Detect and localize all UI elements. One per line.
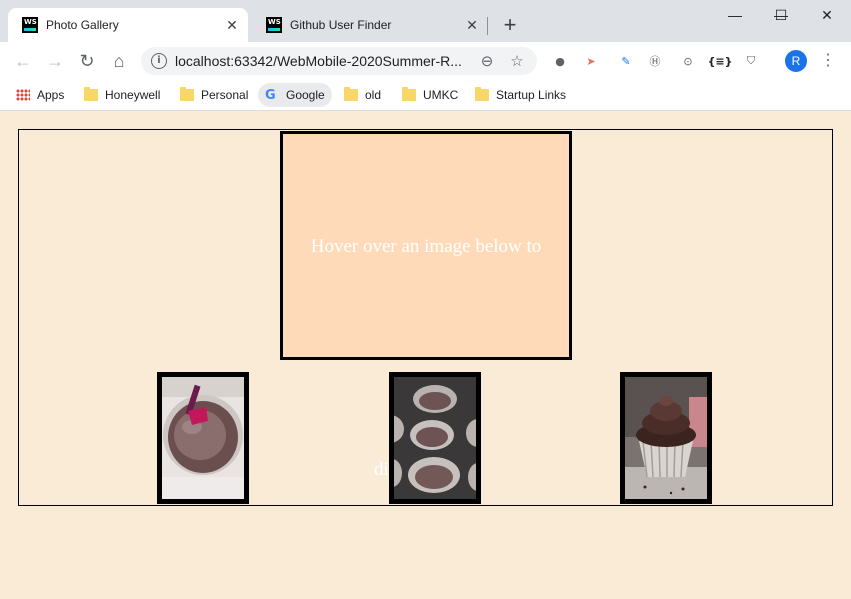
browser-toolbar: ← → ↻ ⌂ i localhost:63342/WebMobile-2020… (0, 42, 851, 79)
bookmark-label: UMKC (423, 88, 459, 102)
info-icon[interactable]: i (151, 53, 167, 69)
bookmarks-bar: Apps Honeywell Personal G Google old UMK… (0, 79, 851, 111)
batter-photo (162, 377, 244, 499)
close-icon[interactable]: ✕ (222, 15, 242, 35)
reload-icon[interactable]: ↻ (74, 48, 100, 74)
close-icon[interactable]: ✕ (462, 15, 482, 35)
bookmark-label: old (365, 88, 382, 102)
thumbnail-cupcake-tin[interactable] (389, 372, 481, 504)
thumbnail-batter[interactable] (157, 372, 249, 504)
frosted-cupcake-photo (625, 377, 707, 499)
tab-title: Github User Finder (290, 18, 392, 32)
bookmark-label: Personal (201, 88, 249, 102)
main-image-caption: Hover over an image below to (310, 235, 542, 257)
address-bar[interactable]: i localhost:63342/WebMobile-2020Summer-R… (141, 47, 537, 75)
folder-icon (344, 87, 358, 101)
folder-icon (84, 87, 98, 101)
overflow-caption-text: di (374, 459, 389, 480)
bookmark-star-icon[interactable]: ☆ (507, 51, 527, 71)
tab-title: Photo Gallery (46, 18, 119, 32)
gallery-container: Hover over an image below to di (18, 129, 833, 506)
shield-icon[interactable]: ⛉ (741, 51, 761, 71)
eyedropper-icon[interactable]: ✎ (616, 51, 636, 71)
close-window-button[interactable]: ✕ (804, 0, 850, 30)
bookmark-honeywell[interactable]: Honeywell (84, 83, 160, 107)
webstorm-favicon-icon: WS (22, 17, 38, 33)
bookmark-label: Google (286, 88, 325, 102)
extension-code-icon[interactable]: ⊙ (678, 51, 698, 71)
bookmark-personal[interactable]: Personal (180, 83, 248, 107)
bookmark-label: Startup Links (496, 88, 567, 102)
maximize-button[interactable]: ☐ (758, 0, 804, 30)
google-icon: G (265, 88, 276, 103)
apps-grid-icon (16, 89, 30, 101)
bookmark-startup-links[interactable]: Startup Links (475, 83, 566, 107)
json-viewer-icon[interactable]: {≡} (708, 51, 733, 71)
bookmark-old[interactable]: old (344, 83, 381, 107)
zoom-icon[interactable]: ⊖ (477, 51, 497, 71)
bookmark-google[interactable]: G Google (258, 83, 332, 107)
page-content: Hover over an image below to di (0, 112, 851, 599)
minimize-button[interactable]: — (712, 0, 758, 30)
folder-icon (180, 87, 194, 101)
folder-icon (402, 87, 416, 101)
extension-record-icon[interactable]: ● (550, 51, 570, 71)
tab-photo-gallery[interactable]: WS Photo Gallery ✕ (8, 8, 248, 42)
more-menu-icon[interactable]: ⋮ (820, 50, 836, 72)
webstorm-favicon-icon: WS (266, 17, 282, 33)
avatar[interactable]: R (785, 50, 807, 72)
home-icon[interactable]: ⌂ (106, 48, 132, 74)
back-arrow-icon[interactable]: ← (10, 48, 36, 74)
extension-arrow-icon[interactable]: ➤ (581, 51, 601, 71)
tab-separator (487, 17, 488, 35)
bookmark-apps[interactable]: Apps (16, 83, 64, 107)
bookmark-label: Honeywell (105, 88, 161, 102)
folder-icon (475, 87, 489, 101)
bookmark-umkc[interactable]: UMKC (402, 83, 458, 107)
main-image-display: Hover over an image below to (280, 131, 572, 360)
bookmark-label: Apps (37, 88, 65, 102)
tab-github-user-finder[interactable]: WS Github User Finder ✕ (252, 8, 488, 42)
url-text[interactable]: localhost:63342/WebMobile-2020Summer-R..… (175, 53, 465, 69)
cupcake-tin-photo (394, 377, 476, 499)
new-tab-button[interactable]: + (498, 14, 522, 38)
forward-arrow-icon[interactable]: → (42, 48, 68, 74)
thumbnail-frosted-cupcake[interactable] (620, 372, 712, 504)
extension-h-icon[interactable]: Ⓗ (645, 51, 665, 71)
